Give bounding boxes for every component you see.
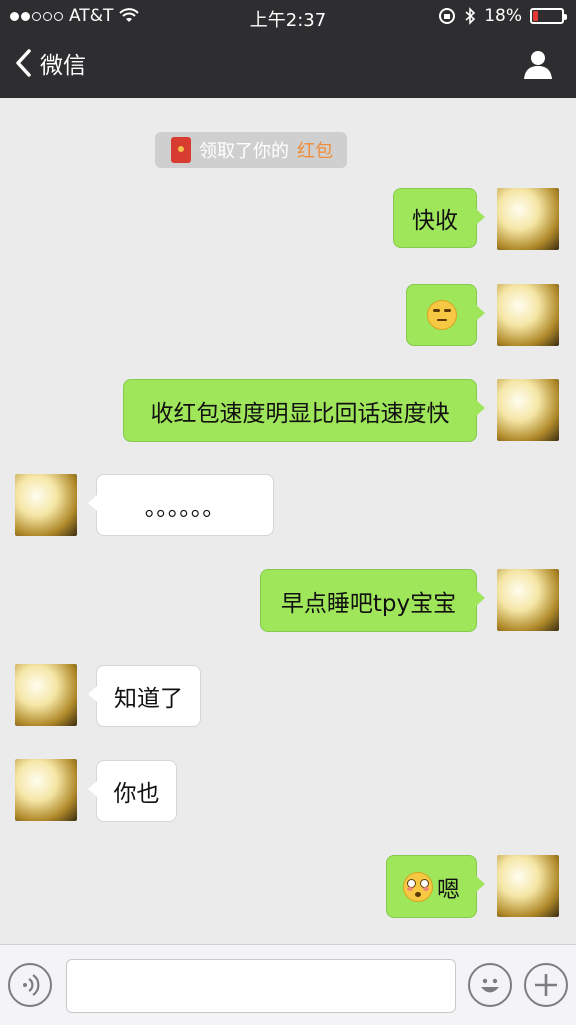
message-text: 。。。。。。 — [144, 495, 226, 521]
back-label: 微信 — [40, 53, 86, 79]
plus-icon — [535, 974, 557, 996]
message-text: 收红包速度明显比回话速度快 — [150, 400, 450, 427]
status-bar: AT&T 上午2:37 18% — [0, 0, 576, 32]
red-packet-link[interactable]: 红包 — [297, 137, 333, 163]
input-bar — [0, 944, 576, 1025]
flushed-face-icon — [403, 871, 433, 902]
avatar[interactable] — [497, 379, 559, 441]
emoji-icon — [481, 978, 499, 993]
avatar[interactable] — [497, 284, 559, 346]
message-text: 知道了 — [114, 686, 183, 712]
message-text: 快收 — [412, 208, 458, 234]
status-right: 18% — [438, 6, 567, 26]
chevron-left-icon — [16, 49, 31, 77]
avatar[interactable] — [15, 759, 77, 821]
avatar[interactable] — [497, 855, 559, 917]
system-message-text: 领取了你的 — [199, 141, 289, 162]
message-bubble[interactable]: 知道了 — [88, 665, 201, 727]
bluetooth-icon — [465, 7, 476, 25]
emoji-button[interactable] — [468, 963, 512, 1007]
message-bubble[interactable]: 早点睡吧tpy宝宝 — [260, 569, 485, 632]
profile-icon[interactable] — [522, 48, 554, 80]
nav-bar: 微信 — [0, 32, 576, 98]
message-bubble[interactable]: 快收 — [393, 188, 485, 248]
message-bubble[interactable]: 嗯 — [386, 855, 485, 918]
message-text: 嗯 — [437, 876, 460, 903]
rotation-lock-icon — [439, 8, 456, 24]
chat-area[interactable]: 领取了你的 红包 快收 收红包速度明显比回话速度快 。。。。。。 早点睡吧tpy… — [0, 98, 576, 944]
unamused-face-icon — [426, 300, 457, 330]
message-text: 早点睡吧tpy宝宝 — [280, 590, 457, 617]
battery-icon — [530, 8, 567, 24]
message-bubble[interactable]: 收红包速度明显比回话速度快 — [123, 379, 485, 442]
message-bubble[interactable] — [406, 284, 485, 346]
avatar[interactable] — [497, 569, 559, 631]
red-packet-icon — [171, 137, 191, 163]
avatar[interactable] — [15, 474, 77, 536]
message-text: 你也 — [113, 781, 160, 807]
battery-level — [533, 11, 539, 21]
avatar[interactable] — [497, 188, 559, 250]
more-button[interactable] — [524, 963, 568, 1007]
voice-icon — [23, 974, 40, 996]
voice-button[interactable] — [8, 963, 52, 1007]
battery-percent: 18% — [484, 6, 522, 26]
message-bubble[interactable]: 。。。。。。 — [88, 474, 274, 536]
avatar[interactable] — [15, 664, 77, 726]
message-bubble[interactable]: 你也 — [88, 760, 177, 822]
back-button[interactable]: 微信 — [14, 46, 86, 80]
system-message: 领取了你的 红包 — [155, 132, 347, 168]
message-input[interactable] — [66, 959, 456, 1013]
